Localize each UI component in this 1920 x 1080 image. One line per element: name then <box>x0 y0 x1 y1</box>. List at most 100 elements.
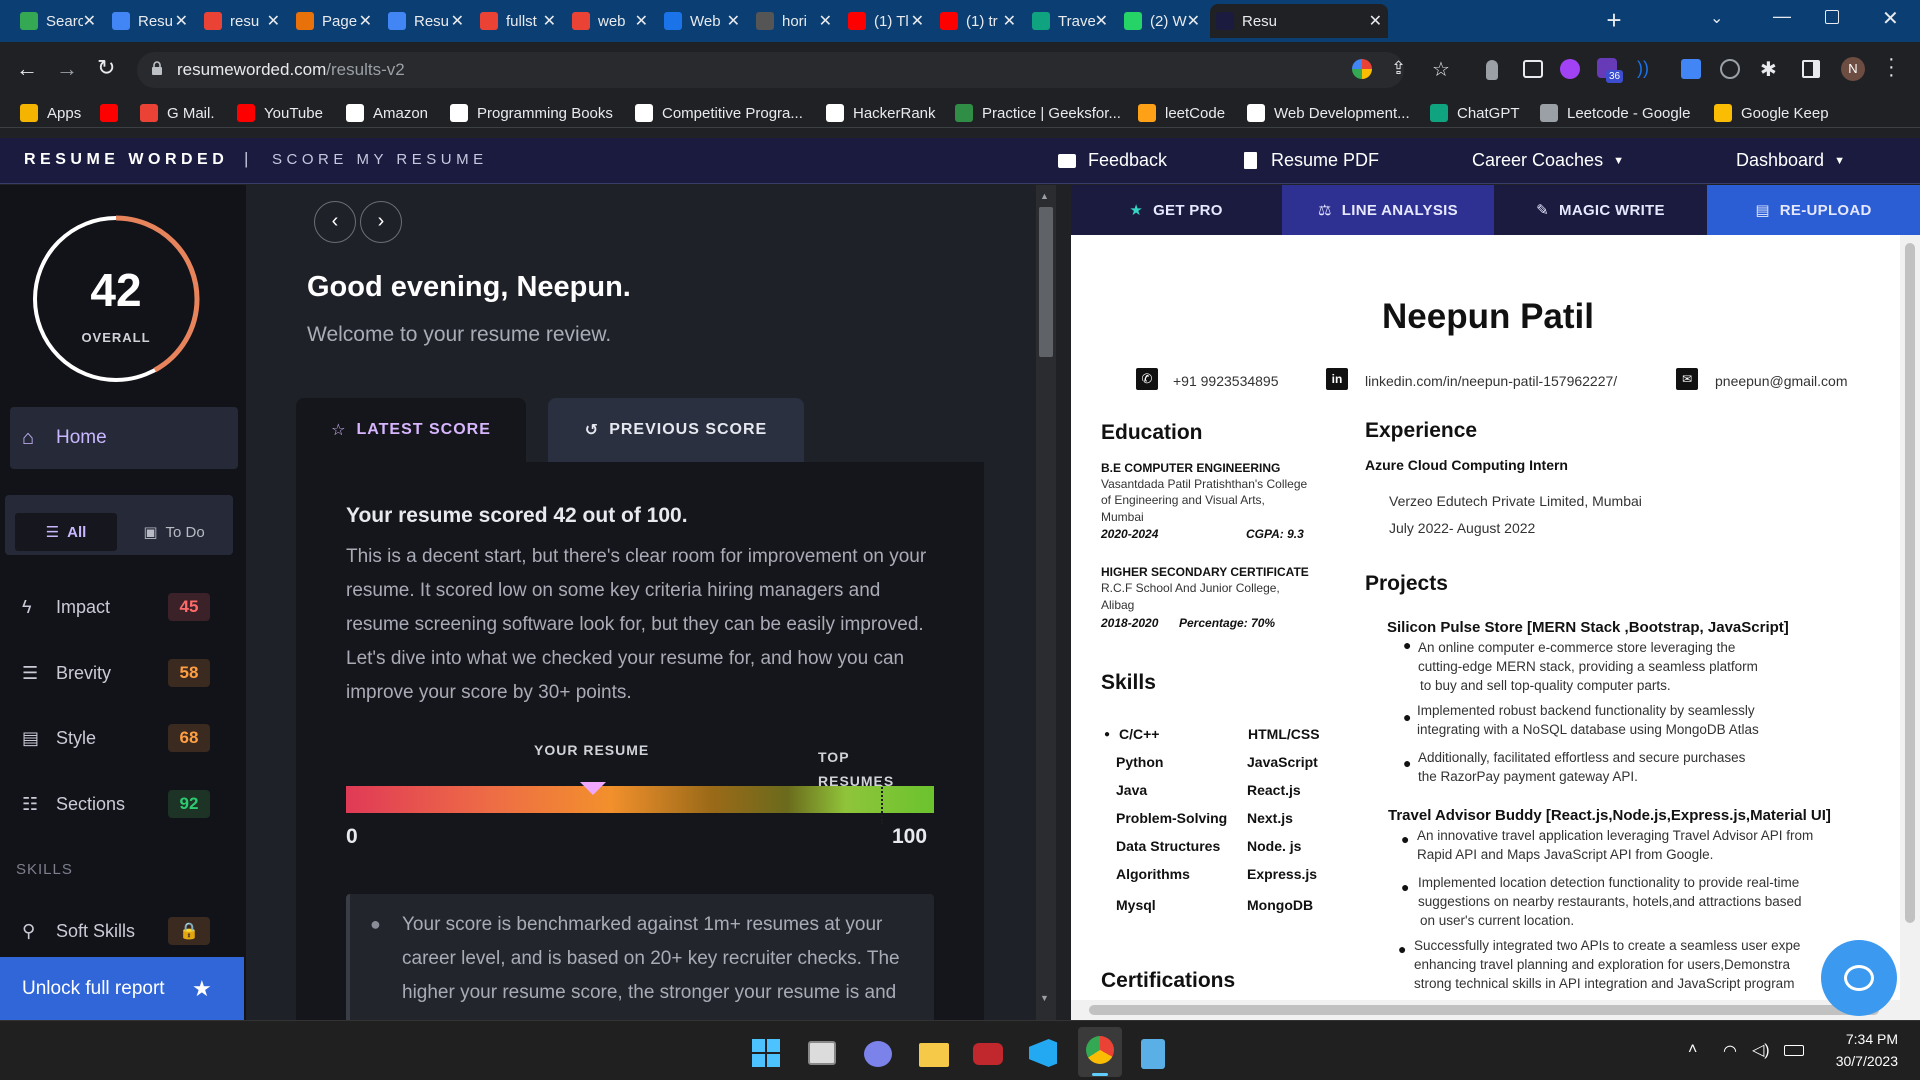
close-tab-icon[interactable]: ✕ <box>175 11 188 31</box>
teams-chat-icon[interactable] <box>864 1041 892 1067</box>
resume-hscroll-thumb[interactable] <box>1089 1005 1879 1015</box>
bookmark-item[interactable]: ChatGPT <box>1430 102 1520 124</box>
scroll-up-arrow[interactable]: ▲ <box>1040 191 1049 201</box>
bookmark-item[interactable]: Competitive Progra... <box>635 102 803 124</box>
browser-tab[interactable]: Resu ✕ <box>382 4 470 38</box>
wifi-icon[interactable]: ◠ <box>1723 1041 1737 1061</box>
magic-write-tab[interactable]: ✎ MAGIC WRITE <box>1495 185 1706 235</box>
close-tab-icon[interactable]: ✕ <box>635 11 648 31</box>
nav-impact[interactable]: ϟ Impact 45 <box>0 577 240 637</box>
bookmark-item[interactable]: YouTube <box>237 102 323 124</box>
bookmark-item[interactable]: Google Keep <box>1714 102 1829 124</box>
close-tab-icon[interactable]: ✕ <box>1369 11 1382 31</box>
notepad-icon[interactable] <box>1141 1039 1165 1069</box>
google-lens-icon[interactable] <box>1352 59 1372 79</box>
bookmark-item[interactable]: Apps <box>20 102 81 124</box>
bookmark-item[interactable]: Programming Books <box>450 102 613 124</box>
browser-tab[interactable]: (1) Tl ✕ <box>842 4 930 38</box>
browser-tab[interactable]: web ✕ <box>566 4 654 38</box>
compass-icon[interactable] <box>1720 59 1740 79</box>
resume-scrollbar[interactable] <box>1900 235 1920 1020</box>
battery-icon[interactable] <box>1784 1045 1804 1056</box>
nav-home[interactable]: ⌂ Home <box>10 407 238 469</box>
close-tab-icon[interactable]: ✕ <box>1003 11 1016 31</box>
chat-support-button[interactable] <box>1821 940 1897 1016</box>
brand-logo[interactable]: RESUME WORDED <box>24 151 228 169</box>
close-tab-icon[interactable]: ✕ <box>1095 11 1108 31</box>
feedback-link[interactable]: Feedback <box>1058 150 1167 171</box>
nav-style[interactable]: ▤ Style 68 <box>0 708 240 768</box>
resume-scroll-thumb[interactable] <box>1905 243 1915 923</box>
career-coaches-dropdown[interactable]: Career Coaches ▼ <box>1472 150 1624 171</box>
browser-tab[interactable]: (1) tr ✕ <box>934 4 1022 38</box>
extension-icon-5[interactable]: )) <box>1637 58 1649 79</box>
close-tab-icon[interactable]: ✕ <box>543 11 556 31</box>
address-bar[interactable]: resumeworded.com/results-v2 ⇪ ☆ <box>137 52 1450 88</box>
new-tab-button[interactable]: + <box>1601 7 1627 34</box>
dashboard-dropdown[interactable]: Dashboard ▼ <box>1736 150 1845 171</box>
bookmark-item[interactable]: Leetcode - Google <box>1540 102 1690 124</box>
side-panel-icon[interactable] <box>1802 60 1820 78</box>
close-tab-icon[interactable]: ✕ <box>359 11 372 31</box>
line-analysis-tab[interactable]: ⚖ LINE ANALYSIS <box>1282 185 1494 235</box>
close-tab-icon[interactable]: ✕ <box>911 11 924 31</box>
bookmark-item[interactable]: G Mail. <box>140 102 215 124</box>
bookmark-item[interactable] <box>100 102 127 124</box>
filter-all-button[interactable]: ☰ All <box>15 513 117 551</box>
profile-avatar[interactable]: N <box>1841 57 1865 81</box>
bookmark-item[interactable]: Practice | Geeksfor... <box>955 102 1121 124</box>
unlock-full-report-button[interactable]: Unlock full report ★ <box>0 957 244 1020</box>
extensions-puzzle-icon[interactable]: ✱ <box>1760 57 1777 82</box>
resume-hscrollbar[interactable] <box>1071 1000 1900 1020</box>
bookmark-item[interactable]: Amazon <box>346 102 428 124</box>
bookmark-item[interactable]: Web Development... <box>1247 102 1410 124</box>
close-tab-icon[interactable]: ✕ <box>727 11 740 31</box>
close-tab-icon[interactable]: ✕ <box>267 11 280 31</box>
browser-tab[interactable]: Page ✕ <box>290 4 378 38</box>
browser-tab[interactable]: Resu ✕ <box>106 4 194 38</box>
close-tab-icon[interactable]: ✕ <box>83 11 96 31</box>
scroll-thumb[interactable] <box>1039 207 1053 357</box>
filter-todo-button[interactable]: ▣ To Do <box>123 513 225 551</box>
back-button[interactable]: ← <box>16 56 38 82</box>
minimize-button[interactable]: — <box>1773 6 1791 27</box>
close-window-button[interactable]: ✕ <box>1882 6 1899 31</box>
close-tab-icon[interactable]: ✕ <box>451 11 464 31</box>
extension-icon-1[interactable] <box>1486 60 1498 80</box>
clock-date[interactable]: 30/7/2023 <box>1813 1053 1898 1069</box>
close-tab-icon[interactable]: ✕ <box>819 11 832 31</box>
tab-previous-score[interactable]: ↺ PREVIOUS SCORE <box>548 398 804 462</box>
tab-latest-score[interactable]: ☆ LATEST SCORE <box>296 398 526 462</box>
resume-pdf-link[interactable]: Resume PDF <box>1244 150 1379 171</box>
vscode-icon[interactable] <box>1029 1039 1057 1067</box>
next-arrow-button[interactable]: › <box>360 201 402 243</box>
nav-sections[interactable]: ☷ Sections 92 <box>0 774 240 834</box>
bookmark-star-icon[interactable]: ☆ <box>1432 57 1450 82</box>
nav-brevity[interactable]: ☰ Brevity 58 <box>0 643 240 703</box>
reupload-tab[interactable]: ▤ RE-UPLOAD <box>1707 185 1920 235</box>
close-tab-icon[interactable]: ✕ <box>1187 11 1200 31</box>
browser-menu-icon[interactable]: · · · <box>1888 49 1895 85</box>
bookmark-item[interactable]: leetCode <box>1138 102 1225 124</box>
reload-button[interactable]: ↻ <box>97 55 115 81</box>
browser-tab[interactable]: fullst ✕ <box>474 4 562 38</box>
game-app-icon[interactable] <box>973 1043 1003 1065</box>
browser-tab[interactable]: (2) W ✕ <box>1118 4 1206 38</box>
extension-icon-3[interactable] <box>1560 59 1580 79</box>
browser-tab[interactable]: Resu ✕ <box>1210 4 1388 38</box>
windows-start-icon[interactable] <box>752 1039 780 1067</box>
translate-icon[interactable] <box>1681 59 1701 79</box>
browser-tab[interactable]: Web ✕ <box>658 4 746 38</box>
tray-chevron-icon[interactable]: ˄ <box>1688 1041 1697 1059</box>
task-view-icon[interactable] <box>808 1041 836 1065</box>
nav-soft-skills[interactable]: ⚲ Soft Skills 🔒 <box>0 901 240 961</box>
extension-icon-2[interactable] <box>1523 60 1543 78</box>
get-pro-tab[interactable]: ★ GET PRO <box>1071 185 1281 235</box>
browser-tab[interactable]: Trave ✕ <box>1026 4 1114 38</box>
prev-arrow-button[interactable]: ‹ <box>314 201 356 243</box>
browser-tab[interactable]: Searc ✕ <box>14 4 102 38</box>
browser-tab[interactable]: hori ✕ <box>750 4 838 38</box>
file-explorer-icon[interactable] <box>919 1043 949 1067</box>
volume-icon[interactable]: ◁) <box>1752 1040 1770 1060</box>
clock-time[interactable]: 7:34 PM <box>1826 1031 1898 1047</box>
